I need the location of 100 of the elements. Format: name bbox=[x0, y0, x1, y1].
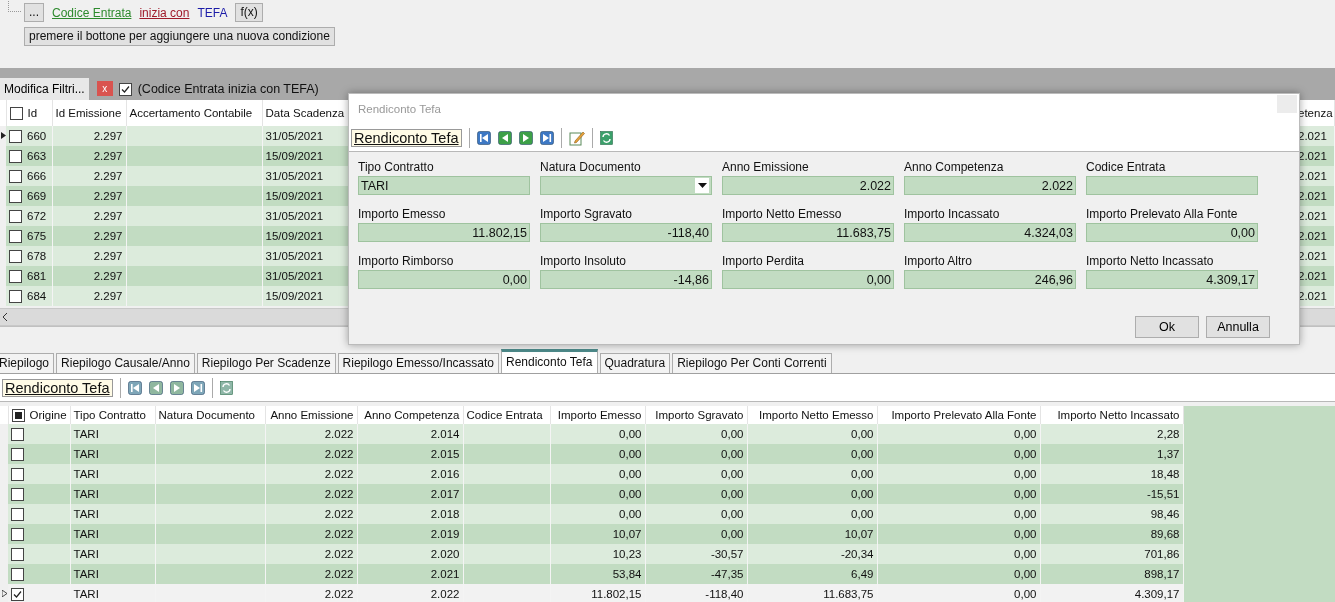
checkbox[interactable] bbox=[11, 487, 24, 501]
tab[interactable]: Riepilogo bbox=[0, 353, 55, 373]
input-field[interactable]: 0,00 bbox=[722, 270, 894, 289]
table-cell: TARI bbox=[73, 528, 99, 540]
input-field[interactable]: 0,00 bbox=[1086, 223, 1258, 242]
dialog-button[interactable]: Ok bbox=[1135, 316, 1199, 338]
function-button[interactable]: f(x) bbox=[235, 3, 263, 22]
input-field[interactable]: 11.802,15 bbox=[358, 223, 530, 242]
checkbox[interactable] bbox=[11, 507, 24, 521]
checkbox[interactable] bbox=[11, 408, 25, 422]
edit-icon[interactable] bbox=[568, 129, 585, 146]
refresh-icon[interactable] bbox=[599, 130, 613, 145]
field-label: Importo Incassato bbox=[904, 207, 1001, 221]
column-header[interactable]: Importo Netto Emesso bbox=[747, 406, 877, 424]
table-cell: TARI bbox=[73, 568, 99, 580]
last-record-icon[interactable] bbox=[539, 130, 554, 145]
filter-operator-link[interactable]: inizia con bbox=[139, 5, 190, 20]
checkbox[interactable] bbox=[9, 289, 22, 303]
table-cell: 2.021 bbox=[1298, 270, 1327, 282]
filter-field-link[interactable]: Codice Entrata bbox=[52, 5, 132, 20]
tab[interactable]: Quadratura bbox=[599, 353, 671, 373]
tab[interactable]: Rendiconto Tefa bbox=[501, 349, 598, 373]
dialog-button[interactable]: Annulla bbox=[1206, 316, 1270, 338]
tab[interactable]: Riepilogo Per Scadenze bbox=[196, 353, 336, 373]
table-cell: 2.021 bbox=[1298, 250, 1327, 262]
checkbox[interactable] bbox=[9, 189, 22, 203]
table-cell: 2.022 bbox=[324, 448, 354, 460]
column-header[interactable]: Origine bbox=[8, 406, 70, 424]
filter-value[interactable]: TEFA bbox=[197, 5, 228, 20]
previous-record-icon[interactable] bbox=[497, 130, 512, 145]
column-header[interactable]: Data Scadenza bbox=[262, 100, 348, 126]
table-cell: 2.020 bbox=[430, 548, 460, 560]
checkbox[interactable] bbox=[9, 249, 22, 263]
checkbox[interactable] bbox=[9, 106, 23, 120]
checkbox[interactable] bbox=[9, 209, 22, 223]
checkbox[interactable] bbox=[118, 83, 132, 96]
field-label: Importo Altro bbox=[904, 254, 974, 268]
field-label: Importo Perdita bbox=[722, 254, 806, 268]
scroll-left-icon[interactable] bbox=[2, 313, 8, 321]
table-cell: 31/05/2021 bbox=[265, 170, 324, 182]
column-header[interactable]: Accertamento Contabile bbox=[126, 100, 262, 126]
table-cell: 2.297 bbox=[93, 210, 123, 222]
dropdown-field[interactable] bbox=[540, 176, 712, 195]
table-cell: TARI bbox=[73, 468, 99, 480]
table-cell: 0,00 bbox=[619, 488, 642, 500]
column-header[interactable]: Importo Emesso bbox=[550, 406, 645, 424]
column-header[interactable]: Natura Documento bbox=[155, 406, 265, 424]
input-field[interactable]: 0,00 bbox=[358, 270, 530, 289]
input-field[interactable]: -14,86 bbox=[540, 270, 712, 289]
checkbox[interactable] bbox=[11, 587, 24, 601]
column-header[interactable]: Id Emissione bbox=[52, 100, 126, 126]
input-field[interactable]: 2.022 bbox=[904, 176, 1076, 195]
table-cell: 666 bbox=[27, 170, 47, 182]
checkbox[interactable] bbox=[11, 547, 24, 561]
tab[interactable]: Riepilogo Emesso/Incassato bbox=[337, 353, 499, 373]
checkbox[interactable] bbox=[11, 567, 24, 581]
first-record-icon[interactable] bbox=[476, 130, 491, 145]
input-field[interactable]: 4.324,03 bbox=[904, 223, 1076, 242]
checkbox[interactable] bbox=[9, 229, 22, 243]
column-header[interactable]: Tipo Contratto bbox=[70, 406, 155, 424]
checkbox[interactable] bbox=[9, 129, 22, 143]
checkbox[interactable] bbox=[11, 427, 24, 441]
edit-filters-button[interactable]: Modifica Filtri... bbox=[0, 78, 89, 100]
checkbox[interactable] bbox=[9, 269, 22, 283]
table-cell: 18,48 bbox=[1150, 468, 1180, 480]
more-button[interactable]: ... bbox=[24, 3, 44, 22]
tab[interactable]: Riepilogo Causale/Anno bbox=[56, 353, 195, 373]
checkbox[interactable] bbox=[9, 149, 22, 163]
table-cell: 2.021 bbox=[1298, 190, 1327, 202]
checkbox[interactable] bbox=[11, 467, 24, 481]
clear-filter-button[interactable]: x bbox=[96, 81, 113, 96]
input-field[interactable]: 246,96 bbox=[904, 270, 1076, 289]
input-field[interactable]: 4.309,17 bbox=[1086, 270, 1258, 289]
next-record-icon[interactable] bbox=[518, 130, 533, 145]
checkbox[interactable] bbox=[11, 527, 24, 541]
table-cell: 0,00 bbox=[721, 488, 744, 500]
column-header[interactable]: Codice Entrata bbox=[463, 406, 550, 424]
column-header[interactable]: Id bbox=[6, 100, 52, 126]
column-header[interactable]: Importo Prelevato Alla Fonte bbox=[877, 406, 1040, 424]
table-cell: 2.022 bbox=[324, 548, 354, 560]
table-cell: 681 bbox=[27, 270, 47, 282]
input-field[interactable]: 11.683,75 bbox=[722, 223, 894, 242]
table-cell: -20,34 bbox=[840, 548, 874, 560]
table-cell: 0,00 bbox=[619, 468, 642, 480]
checkbox[interactable] bbox=[11, 447, 24, 461]
tab[interactable]: Riepilogo Per Conti Correnti bbox=[672, 353, 832, 373]
input-field[interactable]: 2.022 bbox=[722, 176, 894, 195]
column-header[interactable]: Anno Competenza bbox=[357, 406, 463, 424]
column-header[interactable]: Importo Sgravato bbox=[645, 406, 747, 424]
column-header[interactable]: Anno Emissione bbox=[265, 406, 357, 424]
checkbox[interactable] bbox=[9, 169, 22, 183]
input-field[interactable]: TARI bbox=[358, 176, 530, 195]
table-cell: 684 bbox=[27, 290, 47, 302]
table-cell: 0,00 bbox=[1014, 548, 1037, 560]
input-field[interactable]: -118,40 bbox=[540, 223, 712, 242]
dropdown-arrow-icon[interactable] bbox=[697, 183, 707, 188]
field-label: Tipo Contratto bbox=[358, 160, 435, 174]
column-header[interactable]: Importo Netto Incassato bbox=[1040, 406, 1183, 424]
input-field[interactable] bbox=[1086, 176, 1258, 195]
add-condition-button[interactable]: premere il bottone per aggiungere una nuova condizione bbox=[24, 27, 335, 46]
